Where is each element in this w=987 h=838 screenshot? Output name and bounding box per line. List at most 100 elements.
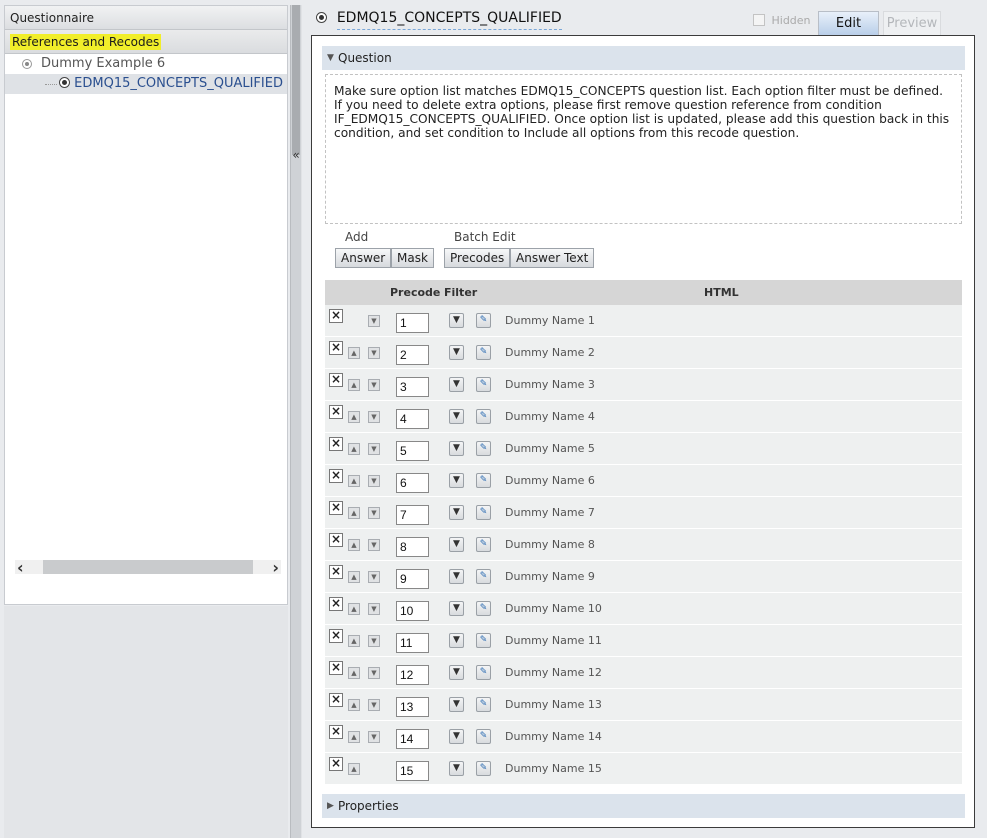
tab-edit[interactable]: Edit (818, 11, 879, 36)
tab-preview[interactable]: Preview (883, 11, 941, 36)
precode-input[interactable] (396, 441, 429, 461)
move-down-icon[interactable]: ▼ (368, 411, 380, 423)
delete-row-icon[interactable]: × (329, 373, 343, 387)
move-down-icon[interactable]: ▼ (368, 539, 380, 551)
references-header[interactable]: References and Recodes (5, 30, 287, 54)
tree-node-parent[interactable]: Dummy Example 6 (5, 54, 287, 74)
edit-pencil-icon[interactable]: ✎ (476, 377, 491, 392)
precode-input[interactable] (396, 377, 429, 397)
edit-pencil-icon[interactable]: ✎ (476, 313, 491, 328)
collapse-icon[interactable]: « (291, 148, 301, 162)
move-down-icon[interactable]: ▼ (368, 475, 380, 487)
expand-collapse-icon[interactable] (22, 59, 32, 69)
move-up-icon[interactable]: ▲ (348, 347, 360, 359)
precode-input[interactable] (396, 537, 429, 557)
question-section-header[interactable]: ▼ Question (322, 46, 965, 70)
move-up-icon[interactable]: ▲ (348, 635, 360, 647)
filter-icon[interactable]: ▼ (449, 665, 464, 680)
move-up-icon[interactable]: ▲ (348, 379, 360, 391)
batch-answer-text-button[interactable]: Answer Text (510, 248, 595, 268)
edit-pencil-icon[interactable]: ✎ (476, 473, 491, 488)
filter-icon[interactable]: ▼ (449, 473, 464, 488)
delete-row-icon[interactable]: × (329, 533, 343, 547)
move-down-icon[interactable]: ▼ (368, 315, 380, 327)
precode-input[interactable] (396, 473, 429, 493)
precode-input[interactable] (396, 601, 429, 621)
filter-icon[interactable]: ▼ (449, 697, 464, 712)
move-down-icon[interactable]: ▼ (368, 635, 380, 647)
move-down-icon[interactable]: ▼ (368, 443, 380, 455)
filter-icon[interactable]: ▼ (449, 569, 464, 584)
filter-icon[interactable]: ▼ (449, 441, 464, 456)
move-down-icon[interactable]: ▼ (368, 571, 380, 583)
move-down-icon[interactable]: ▼ (368, 507, 380, 519)
move-up-icon[interactable]: ▲ (348, 571, 360, 583)
filter-icon[interactable]: ▼ (449, 377, 464, 392)
filter-icon[interactable]: ▼ (449, 345, 464, 360)
edit-pencil-icon[interactable]: ✎ (476, 697, 491, 712)
precode-input[interactable] (396, 409, 429, 429)
delete-row-icon[interactable]: × (329, 469, 343, 483)
delete-row-icon[interactable]: × (329, 437, 343, 451)
filter-icon[interactable]: ▼ (449, 537, 464, 552)
move-down-icon[interactable]: ▼ (368, 731, 380, 743)
hidden-toggle[interactable]: Hidden (753, 14, 811, 27)
precode-input[interactable] (396, 569, 429, 589)
precode-input[interactable] (396, 761, 429, 781)
add-mask-button[interactable]: Mask (391, 248, 434, 268)
precode-input[interactable] (396, 505, 429, 525)
question-title[interactable]: EDMQ15_CONCEPTS_QUALIFIED (336, 10, 562, 30)
edit-pencil-icon[interactable]: ✎ (476, 537, 491, 552)
move-up-icon[interactable]: ▲ (348, 443, 360, 455)
move-down-icon[interactable]: ▼ (368, 379, 380, 391)
delete-row-icon[interactable]: × (329, 693, 343, 707)
splitter-grip[interactable] (292, 5, 300, 155)
move-up-icon[interactable]: ▲ (348, 603, 360, 615)
questionnaire-header[interactable]: Questionnaire (5, 6, 287, 30)
move-up-icon[interactable]: ▲ (348, 763, 360, 775)
edit-pencil-icon[interactable]: ✎ (476, 345, 491, 360)
move-down-icon[interactable]: ▼ (368, 667, 380, 679)
filter-icon[interactable]: ▼ (449, 505, 464, 520)
filter-icon[interactable]: ▼ (449, 313, 464, 328)
delete-row-icon[interactable]: × (329, 501, 343, 515)
edit-pencil-icon[interactable]: ✎ (476, 409, 491, 424)
delete-row-icon[interactable]: × (329, 309, 343, 323)
move-down-icon[interactable]: ▼ (368, 699, 380, 711)
delete-row-icon[interactable]: × (329, 341, 343, 355)
filter-icon[interactable]: ▼ (449, 729, 464, 744)
tree-node-child[interactable]: EDMQ15_CONCEPTS_QUALIFIED (5, 74, 287, 94)
hidden-checkbox[interactable] (753, 14, 765, 26)
edit-pencil-icon[interactable]: ✎ (476, 761, 491, 776)
edit-pencil-icon[interactable]: ✎ (476, 505, 491, 520)
properties-section-header[interactable]: ▶ Properties (322, 794, 965, 818)
move-up-icon[interactable]: ▲ (348, 411, 360, 423)
scroll-left-icon[interactable]: ‹ (17, 558, 24, 577)
delete-row-icon[interactable]: × (329, 661, 343, 675)
move-up-icon[interactable]: ▲ (348, 539, 360, 551)
precode-input[interactable] (396, 665, 429, 685)
move-up-icon[interactable]: ▲ (348, 507, 360, 519)
edit-pencil-icon[interactable]: ✎ (476, 729, 491, 744)
precode-input[interactable] (396, 697, 429, 717)
add-answer-button[interactable]: Answer (335, 248, 392, 268)
move-up-icon[interactable]: ▲ (348, 475, 360, 487)
edit-pencil-icon[interactable]: ✎ (476, 633, 491, 648)
delete-row-icon[interactable]: × (329, 725, 343, 739)
filter-icon[interactable]: ▼ (449, 601, 464, 616)
move-up-icon[interactable]: ▲ (348, 667, 360, 679)
horizontal-scrollbar[interactable]: ‹ › (15, 558, 281, 577)
scrollbar-thumb[interactable] (43, 560, 253, 574)
panel-splitter[interactable]: « (290, 5, 302, 838)
edit-pencil-icon[interactable]: ✎ (476, 569, 491, 584)
move-down-icon[interactable]: ▼ (368, 347, 380, 359)
edit-pencil-icon[interactable]: ✎ (476, 665, 491, 680)
edit-pencil-icon[interactable]: ✎ (476, 441, 491, 456)
filter-icon[interactable]: ▼ (449, 761, 464, 776)
precode-input[interactable] (396, 345, 429, 365)
delete-row-icon[interactable]: × (329, 405, 343, 419)
precode-input[interactable] (396, 729, 429, 749)
delete-row-icon[interactable]: × (329, 757, 343, 771)
delete-row-icon[interactable]: × (329, 565, 343, 579)
question-text-editor[interactable]: Make sure option list matches EDMQ15_CON… (325, 74, 962, 224)
